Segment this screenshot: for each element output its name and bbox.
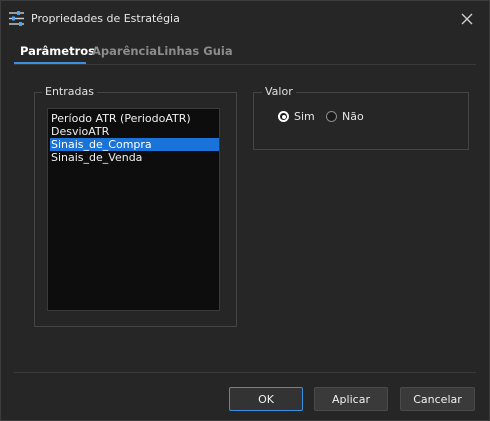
inputs-group-label: Entradas [42,85,97,98]
cancel-button[interactable]: Cancelar [400,387,475,411]
radio-sim[interactable]: Sim [278,110,315,123]
radio-sim-label: Sim [294,110,315,123]
ok-button[interactable]: OK [229,387,303,411]
radio-nao[interactable]: Não [326,110,364,123]
value-group-label: Valor [262,85,296,98]
window-title: Propriedades de Estratégia [31,12,180,25]
inputs-listbox[interactable]: Período ATR (PeriodoATR) DesvioATR Sinai… [47,108,220,311]
radio-nao-label: Não [342,110,364,123]
radio-unchecked-icon [326,111,337,122]
list-item[interactable]: Sinais_de_Venda [50,151,219,164]
list-item[interactable]: Sinais_de_Compra [50,138,219,151]
close-icon [461,13,473,28]
radio-checked-icon [278,111,289,122]
close-button[interactable] [453,7,481,33]
tab-linhas-guia[interactable]: Linhas Guia [157,44,233,58]
title-bar: Propriedades de Estratégia [1,1,489,37]
apply-button[interactable]: Aplicar [314,387,388,411]
dialog-window: Propriedades de Estratégia Parâmetros Ap… [0,0,490,421]
tab-aparencia[interactable]: Aparência [92,44,157,58]
footer-divider [14,372,476,373]
list-item[interactable]: DesvioATR [50,125,219,138]
sliders-icon [8,10,25,27]
list-item[interactable]: Período ATR (PeriodoATR) [50,112,219,125]
tab-divider [14,64,476,65]
tab-parametros[interactable]: Parâmetros [20,44,95,58]
